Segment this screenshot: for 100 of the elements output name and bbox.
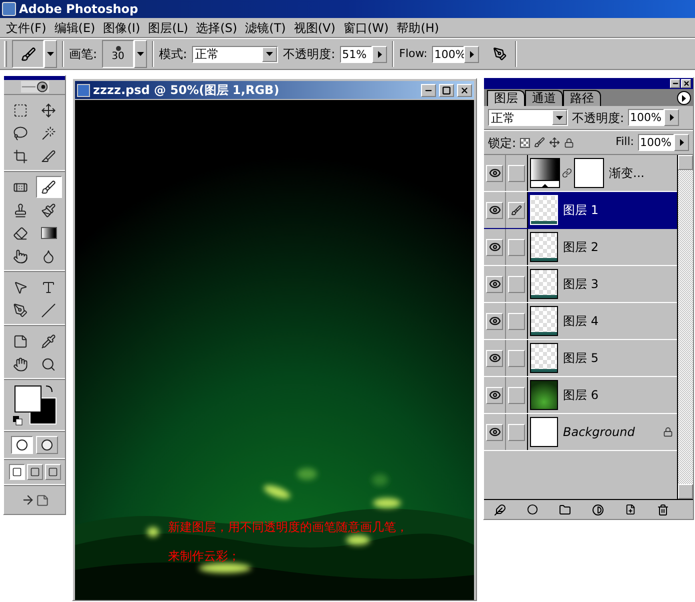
- delete-button[interactable]: [656, 504, 669, 516]
- down-triangle-icon: [556, 116, 563, 120]
- link-toggle[interactable]: [508, 238, 525, 256]
- menu-item[interactable]: 文件(F): [2, 18, 50, 36]
- layer-thumbnail: [530, 306, 558, 336]
- new-group-button[interactable]: [559, 504, 572, 516]
- menu-item[interactable]: 滤镜(T): [241, 18, 290, 36]
- note-icon: [13, 334, 28, 348]
- feather-icon: [494, 504, 506, 516]
- maximize-button[interactable]: [439, 84, 454, 96]
- panel-menu-button[interactable]: [677, 91, 691, 105]
- layer-row[interactable]: 图层 3: [484, 266, 677, 303]
- visibility-toggle[interactable]: [486, 276, 503, 292]
- maximize-icon: [442, 86, 451, 94]
- link-toggle[interactable]: [508, 424, 525, 440]
- visibility-toggle[interactable]: [486, 350, 503, 366]
- link-toggle[interactable]: [508, 312, 525, 330]
- opacity-field[interactable]: 100%: [628, 109, 664, 126]
- visibility-toggle[interactable]: [486, 386, 503, 404]
- mask-mode-button[interactable]: [11, 436, 33, 454]
- layer-thumbnail: [530, 232, 558, 262]
- layer-row[interactable]: 渐变...: [484, 155, 677, 192]
- layer-style-button[interactable]: [494, 504, 506, 516]
- menu-item[interactable]: 编辑(E): [50, 18, 100, 36]
- link-toggle[interactable]: [508, 164, 525, 182]
- link-toggle[interactable]: [508, 386, 525, 404]
- layer-row[interactable]: 图层 4: [484, 303, 677, 340]
- scroll-down-button[interactable]: [678, 484, 693, 499]
- link-toggle[interactable]: [508, 202, 525, 218]
- line-icon: [41, 302, 56, 318]
- trash-icon: [656, 504, 669, 516]
- slider-popup-button[interactable]: [674, 134, 689, 151]
- close-button[interactable]: [681, 79, 691, 88]
- scroll-up-button[interactable]: [678, 155, 693, 170]
- photoshop-file-icon: [77, 84, 90, 96]
- close-button[interactable]: [457, 84, 472, 96]
- new-layer-button[interactable]: [624, 504, 636, 515]
- menu-item[interactable]: 选择(S): [192, 18, 242, 36]
- menu-item[interactable]: 视图(V): [290, 18, 340, 36]
- visibility-toggle[interactable]: [486, 164, 503, 182]
- menu-item[interactable]: 窗口(W): [339, 18, 393, 36]
- down-triangle-icon: [47, 52, 54, 56]
- link-toggle[interactable]: [508, 350, 525, 366]
- gradient-thumbnail: [530, 158, 560, 188]
- layer-row[interactable]: 图层 5: [484, 340, 677, 377]
- scrollbar[interactable]: [678, 155, 693, 499]
- brush-icon: [511, 204, 522, 216]
- document-icon: [36, 494, 48, 506]
- lock-icon[interactable]: [564, 138, 574, 148]
- slider-popup-button[interactable]: [464, 46, 480, 62]
- minimize-button[interactable]: [670, 79, 680, 88]
- checker-lock-icon[interactable]: [520, 138, 530, 148]
- eye-icon: [488, 241, 500, 253]
- visibility-toggle[interactable]: [486, 312, 503, 330]
- eyedropper-icon: [41, 334, 56, 348]
- tool-button[interactable]: [36, 176, 62, 198]
- preset-dropdown-button[interactable]: [44, 40, 57, 68]
- slider-popup-button[interactable]: [664, 109, 680, 126]
- arrow-pointer-icon: [13, 280, 28, 294]
- visibility-toggle[interactable]: [486, 202, 503, 218]
- opacity-label: 不透明度:: [572, 110, 624, 126]
- fill-field[interactable]: 100%: [638, 134, 674, 151]
- layer-row[interactable]: 图层 2: [484, 229, 677, 266]
- menu-item[interactable]: 图层(L): [144, 18, 192, 36]
- menu-item[interactable]: 图像(I): [99, 18, 144, 36]
- tool-preset-button[interactable]: [12, 40, 44, 68]
- hand-icon: [13, 356, 28, 372]
- panel-tab[interactable]: 路径: [563, 90, 601, 106]
- panel-tab[interactable]: 通道: [525, 90, 563, 106]
- blend-mode-select[interactable]: 正常: [488, 109, 568, 126]
- dropdown-button[interactable]: [552, 110, 567, 125]
- minimize-button[interactable]: [421, 84, 436, 96]
- adjustment-layer-button[interactable]: [592, 504, 604, 516]
- link-toggle[interactable]: [508, 276, 525, 292]
- move-lock-icon[interactable]: [549, 137, 560, 148]
- mode-select[interactable]: 正常: [192, 46, 278, 62]
- layer-thumbnail: [530, 343, 558, 373]
- new-page-icon: [624, 504, 636, 515]
- dropdown-button[interactable]: [262, 46, 278, 62]
- lasso-icon: [13, 126, 28, 140]
- eye-icon: [488, 352, 500, 364]
- screen-mode-button[interactable]: [8, 464, 24, 480]
- mode-label: 模式:: [159, 46, 188, 63]
- menu-item[interactable]: 帮助(H): [392, 18, 444, 36]
- visibility-toggle[interactable]: [486, 424, 503, 440]
- panel-tab[interactable]: 图层: [487, 90, 525, 106]
- chain-link-icon: [562, 168, 572, 178]
- brush-lock-icon[interactable]: [534, 137, 546, 148]
- layer-row[interactable]: 图层 6: [484, 377, 677, 414]
- eye-icon: [488, 315, 500, 327]
- visibility-toggle[interactable]: [486, 238, 503, 256]
- opacity-field[interactable]: 51%: [340, 46, 372, 62]
- brush-label: 画笔:: [69, 46, 98, 63]
- layer-thumbnail: [530, 417, 558, 447]
- slider-popup-button[interactable]: [372, 46, 388, 62]
- layer-row[interactable]: Background: [484, 414, 677, 451]
- flow-field[interactable]: 100%: [432, 46, 464, 62]
- brush-dropdown-button[interactable]: [134, 40, 148, 68]
- layer-name: 图层 3: [563, 276, 600, 293]
- brush-preview-button[interactable]: 30: [102, 40, 134, 68]
